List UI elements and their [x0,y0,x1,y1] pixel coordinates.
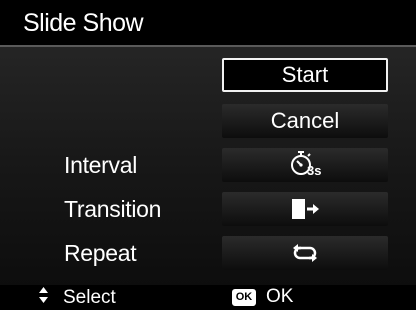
slideshow-screen: Slide Show Start Cancel Interval 3s Tran… [0,0,416,309]
footer-bar: Select OK OK [0,285,416,309]
ok-button-icon: OK [232,288,256,306]
footer-select-hint: Select [38,286,116,310]
repeat-label: Repeat [64,240,137,266]
repeat-icon [290,243,320,263]
ok-label: OK [266,286,294,307]
repeat-button[interactable] [222,236,388,270]
select-label: Select [63,287,116,308]
transition-icon [289,198,321,220]
transition-button[interactable] [222,192,388,226]
footer-ok-hint: OK OK [232,286,293,308]
start-button[interactable]: Start [222,58,388,92]
page-title: Slide Show [23,9,144,37]
timer-icon: 3s [288,150,322,180]
title-bar: Slide Show [0,0,416,47]
cancel-label: Cancel [270,108,340,133]
interval-value: 3s [307,163,322,178]
cancel-button[interactable]: Cancel [222,104,388,138]
interval-button[interactable]: 3s [222,148,388,182]
interval-label: Interval [64,152,138,178]
start-label: Start [281,62,329,87]
transition-label: Transition [64,196,162,222]
up-down-icon [38,286,49,310]
